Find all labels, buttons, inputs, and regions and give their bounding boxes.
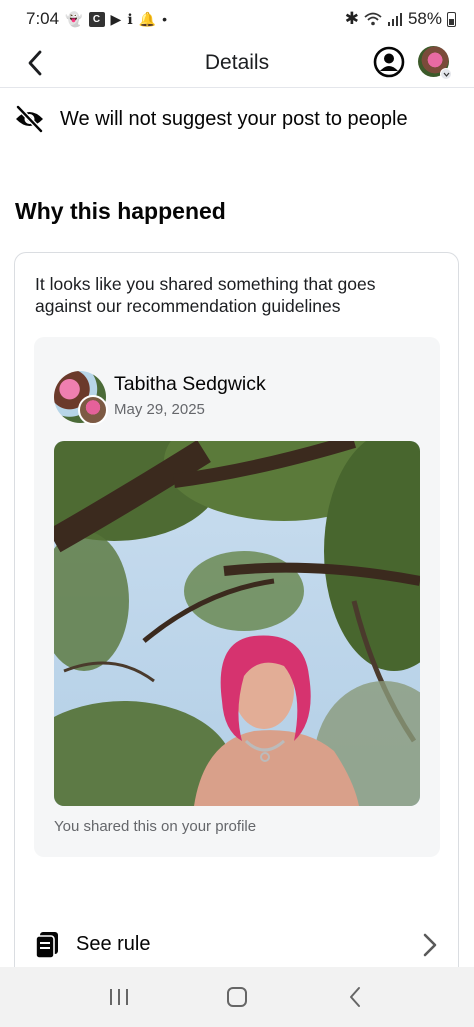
app-box-icon: C [88,11,105,27]
back-arrow-icon [350,987,360,1007]
post-author-name: Tabitha Sedgwick [114,373,266,395]
home-icon [227,987,247,1007]
reason-card: It looks like you shared something that … [14,252,459,992]
system-back-button[interactable] [335,977,375,1017]
see-rule-button[interactable]: See rule [14,918,459,972]
signal-icon [387,13,402,26]
not-suggested-banner: We will not suggest your post to people [14,100,460,138]
snapchat-icon: 👻 [65,11,83,27]
back-button[interactable] [20,48,50,78]
wifi-icon [364,12,382,26]
post-photo [54,441,420,806]
chevron-down-icon [440,68,452,80]
banner-text: We will not suggest your post to people [60,107,408,130]
rule-book-icon [35,932,58,959]
battery-percent: 58% [407,9,442,28]
user-circle-icon [373,46,405,78]
post-caption: You shared this on your profile [54,818,257,835]
home-button[interactable] [217,977,257,1017]
reason-description: It looks like you shared something that … [35,274,376,316]
status-right: ✱ 58% [345,9,456,29]
section-title: Why this happened [15,198,226,224]
header: Details [0,38,474,88]
status-bar: 7:04 👻 C ▶ ℹ 🔔 • ✱ 58% [0,0,474,38]
page-title: Details [204,50,270,74]
post-preview[interactable]: Tabitha Sedgwick May 29, 2025 You shared… [34,337,440,857]
youtube-icon: ▶ [110,11,122,27]
post-author-avatar-secondary [78,395,108,425]
dot-icon: • [162,11,167,27]
chevron-left-icon [28,50,42,76]
system-nav-bar [0,967,474,1027]
recent-apps-icon [110,989,128,1005]
chevron-right-icon [423,933,437,957]
info-icon: ℹ [127,11,133,27]
status-left: 7:04 👻 C ▶ ℹ 🔔 • [26,9,167,29]
eye-slash-icon [16,105,43,133]
see-rule-label: See rule [76,933,151,955]
recent-apps-button[interactable] [99,977,139,1017]
battery-icon [447,11,456,27]
bluetooth-icon: ✱ [344,9,359,28]
post-date: May 29, 2025 [114,401,205,418]
account-button[interactable] [373,46,405,78]
notification-bell-icon: 🔔 [138,11,157,27]
status-time: 7:04 [26,9,60,28]
